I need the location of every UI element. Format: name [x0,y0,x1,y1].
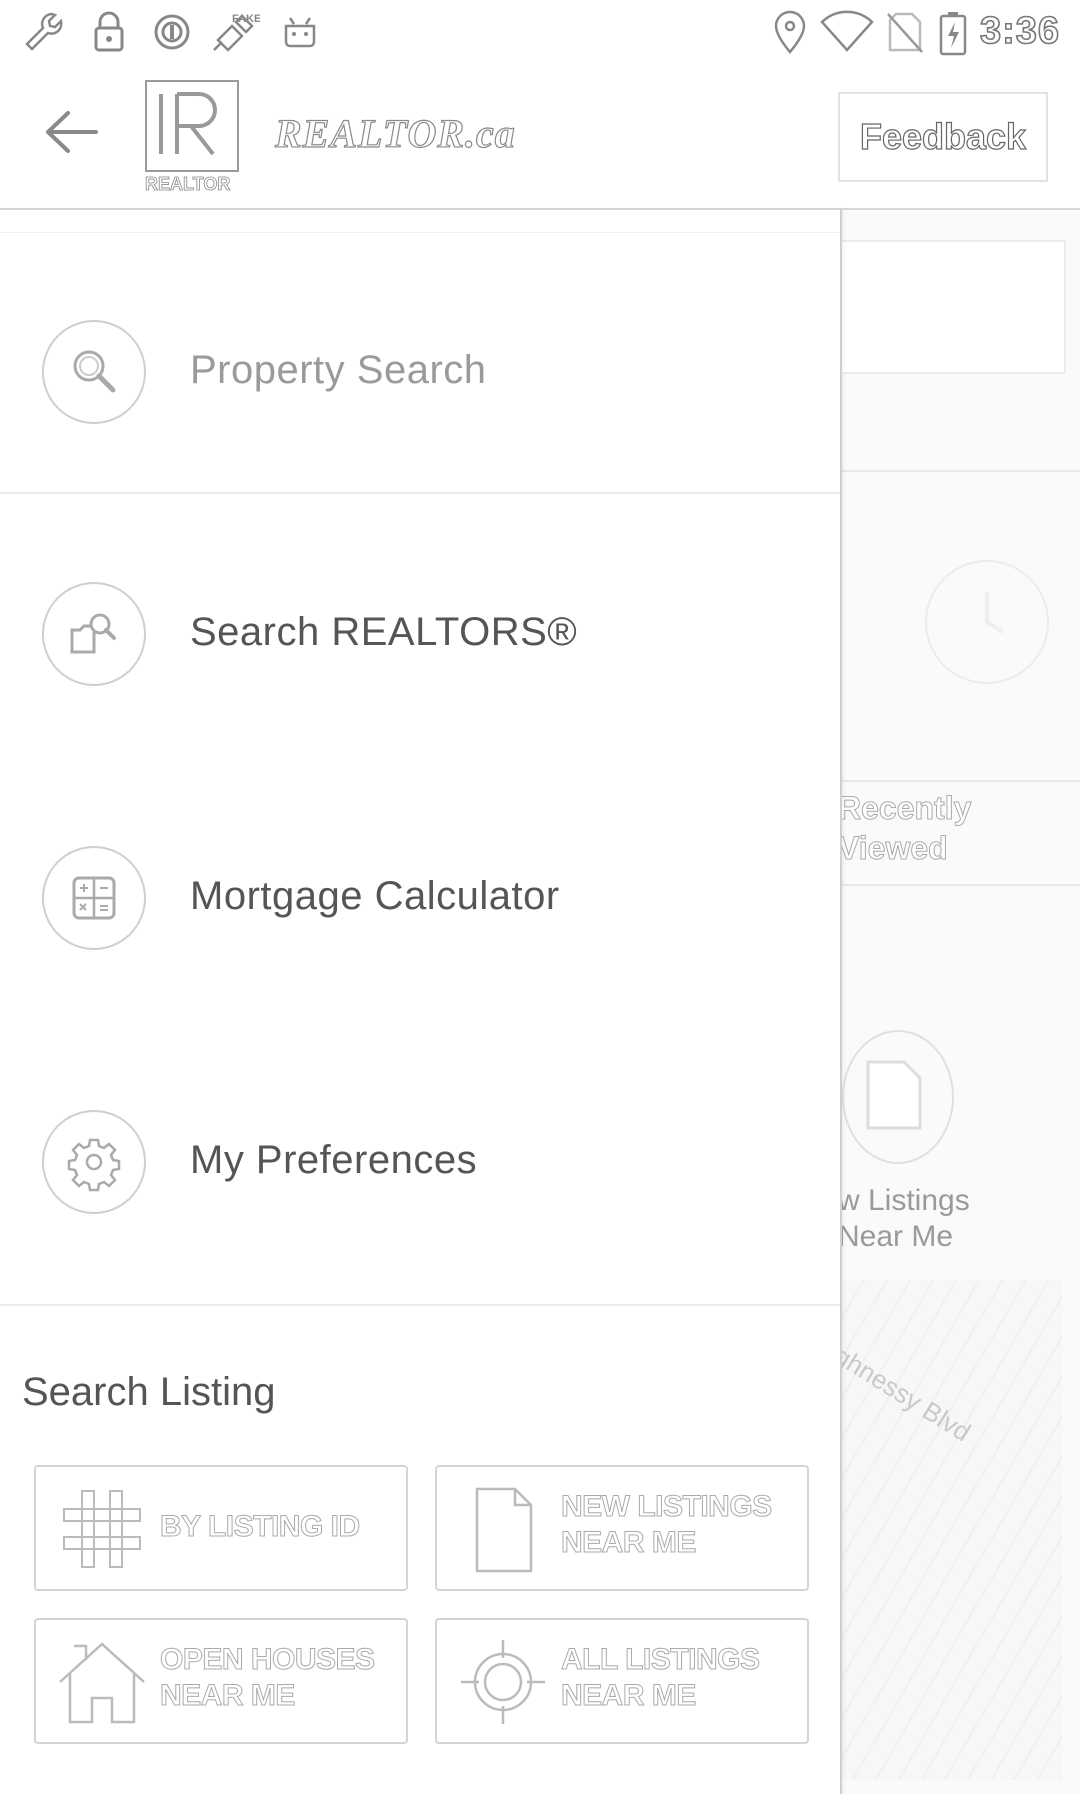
wifi-icon [820,10,874,52]
recently-viewed-label-2: Viewed [838,830,949,867]
section-divider [0,1304,840,1306]
tile-label-line2: NEAR ME [160,1679,296,1713]
menu-item-mortgage-calculator[interactable]: Mortgage Calculator [0,828,840,968]
all-listings-near-me-button[interactable]: ALL LISTINGS NEAR ME [435,1618,809,1744]
recently-viewed-label-1: Recently [837,790,972,827]
lock-icon [94,11,124,52]
background-card [840,240,1066,374]
search-listing-title: Search Listing [22,1370,276,1414]
tile-label-line1: NEW LISTINGS [561,1490,773,1524]
location-icon [774,10,806,54]
brand-name: REALTOR.ca [274,110,516,156]
calculator-icon [42,846,146,950]
background-divider [840,884,1080,886]
house-icon [59,1642,145,1724]
tile-label-line2: NEAR ME [561,1679,697,1713]
menu-item-property-search[interactable]: Property Search [0,302,840,442]
feedback-button[interactable]: Feedback [838,92,1048,182]
status-bar: FAKE 3:36 [0,0,1080,62]
menu-label: My Preferences [190,1138,478,1182]
drawer-top-divider [0,232,840,233]
menu-divider [0,492,840,494]
tile-label-line1: OPEN HOUSES [160,1643,376,1677]
circle-icon [154,14,190,50]
document-icon [475,1487,533,1573]
tile-label: BY LISTING ID [160,1510,361,1544]
battery-charging-icon [939,12,967,56]
by-listing-id-button[interactable]: BY LISTING ID [34,1465,408,1591]
open-houses-near-me-button[interactable]: OPEN HOUSES NEAR ME [34,1618,408,1744]
menu-label: Mortgage Calculator [190,874,560,918]
logo-caption: REALTOR [145,174,231,195]
new-listings-bg-label-2: Near Me [838,1220,954,1253]
background-divider [840,470,1080,472]
satellite-icon: FAKE [213,13,260,52]
arrow-left-icon[interactable] [40,107,102,157]
clock: 3:36 [979,9,1060,53]
tile-label-line1: ALL LISTINGS [561,1643,761,1677]
navigation-drawer: Property Search Search REALTORS® Mortgag… [0,210,842,1794]
document-icon [842,1030,954,1164]
wrench-icon [25,12,63,51]
app-bar: REALTOR REALTOR.ca Feedback [0,62,1080,210]
target-icon [461,1640,545,1724]
new-listings-near-me-button[interactable]: NEW LISTINGS NEAR ME [435,1465,809,1591]
svg-text:FAKE: FAKE [232,13,260,25]
clock-icon [925,560,1049,684]
menu-label: Property Search [190,348,487,392]
map-preview [842,1280,1062,1780]
hashtag-icon [63,1490,141,1568]
background-divider [840,780,1080,782]
new-listings-bg-label-1: w Listings [838,1184,970,1217]
menu-item-my-preferences[interactable]: My Preferences [0,1092,840,1232]
gear-icon [42,1110,146,1214]
realtor-logo [145,80,239,172]
menu-label: Search REALTORS® [190,610,578,654]
realtor-r-icon [159,92,217,156]
tile-label-line2: NEAR ME [561,1526,697,1560]
search-icon [42,320,146,424]
no-sim-icon [887,12,923,53]
android-icon [284,17,316,48]
agent-search-icon [42,582,146,686]
menu-item-search-realtors[interactable]: Search REALTORS® [0,564,840,704]
